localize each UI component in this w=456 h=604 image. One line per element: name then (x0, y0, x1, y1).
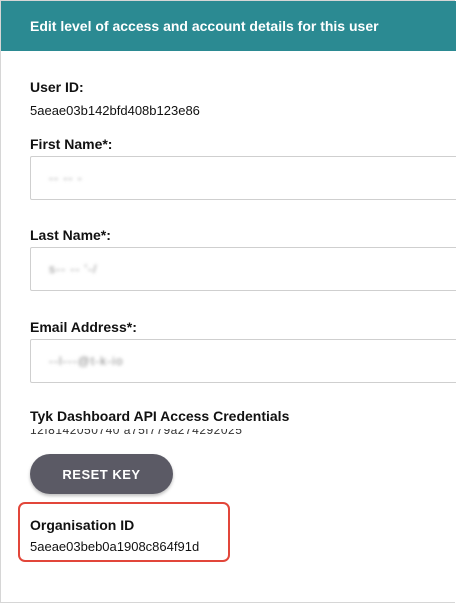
last-name-value: s-- -- '-/ (49, 262, 98, 276)
user-edit-panel: Edit level of access and account details… (0, 0, 456, 603)
first-name-field[interactable]: -- -- - (30, 156, 456, 200)
email-label: Email Address*: (30, 319, 137, 335)
last-name-field[interactable]: s-- -- '-/ (30, 247, 456, 291)
panel-header: Edit level of access and account details… (1, 1, 456, 51)
organisation-id-label: Organisation ID (30, 517, 135, 533)
user-id-label: User ID: (30, 79, 84, 95)
reset-key-button[interactable]: RESET KEY (30, 454, 173, 494)
first-name-label: First Name*: (30, 136, 113, 152)
first-name-value: -- -- - (49, 171, 83, 185)
last-name-label: Last Name*: (30, 227, 111, 243)
api-credentials-value: 12f8142050740 a75f779a274292025 (30, 429, 243, 437)
email-field[interactable]: --l---@t-k-io (30, 339, 456, 383)
api-credentials-value-clip: 12f8142050740 a75f779a274292025 (30, 429, 450, 442)
organisation-id-value: 5aeae03beb0a1908c864f91d (30, 539, 200, 554)
email-value: --l---@t-k-io (49, 354, 124, 368)
api-credentials-label: Tyk Dashboard API Access Credentials (30, 408, 290, 424)
user-id-value: 5aeae03b142bfd408b123e86 (30, 103, 200, 118)
